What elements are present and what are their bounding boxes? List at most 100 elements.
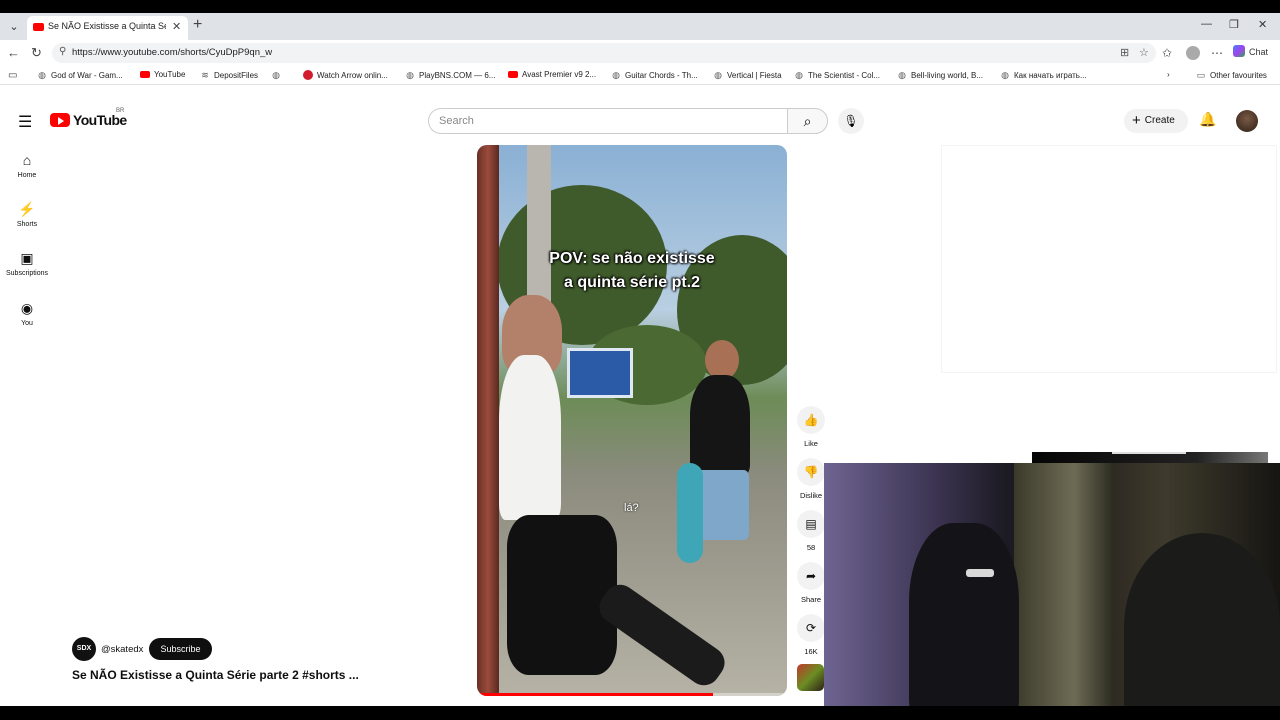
youtube-favicon-icon: [33, 23, 44, 31]
bookmark-item[interactable]: Avast Premier v9 2...: [508, 70, 596, 79]
notifications-bell-icon[interactable]: 🔔: [1199, 111, 1216, 128]
url-text[interactable]: https://www.youtube.com/shorts/CyuDpP9qn…: [72, 47, 272, 58]
minimize-icon[interactable]: —: [1201, 18, 1212, 30]
like-button[interactable]: 👍 Like: [796, 406, 826, 448]
search-button[interactable]: ⌕: [787, 108, 828, 134]
video-overlay-text: POV: se não existisse a quinta série pt.…: [477, 247, 787, 295]
tab-strip: ⌄ Se NÃO Existisse a Quinta Série pa ✕ +…: [0, 13, 1280, 40]
youtube-icon: [140, 71, 150, 78]
shorts-video-player[interactable]: POV: se não existisse a quinta série pt.…: [477, 145, 787, 696]
bookmark-label: Vertical | Fiesta: [727, 71, 782, 80]
bookmark-label: DepositFiles: [214, 71, 259, 80]
bottom-bar: [0, 706, 1280, 720]
webcam-chair: [909, 523, 1019, 720]
video-person2-shirt: [690, 375, 750, 475]
webcam-door: [1014, 463, 1114, 720]
dislike-button[interactable]: 👎 Dislike: [796, 458, 826, 500]
subscribe-button[interactable]: Subscribe: [149, 638, 212, 660]
remix-icon: ⟳: [797, 614, 825, 642]
overlay-line-1: POV: se não existisse: [549, 250, 715, 267]
bookmarks-overflow-icon[interactable]: ›: [1167, 70, 1170, 79]
bookmark-label: YouTube: [154, 70, 186, 79]
favourite-star-icon[interactable]: ☆: [1139, 46, 1149, 59]
back-icon[interactable]: ←: [7, 45, 20, 60]
chat-label: Chat: [1249, 47, 1269, 57]
copilot-chat-button[interactable]: Chat: [1233, 45, 1268, 57]
other-favourites[interactable]: ▭ Other favourites: [1196, 70, 1267, 81]
bookmark-item[interactable]: YouTube: [140, 70, 185, 79]
bookmark-item[interactable]: ◍ The Scientist - Col...: [794, 70, 880, 81]
sidebar-label: Subscriptions: [5, 270, 49, 277]
sidebar-label: Shorts: [16, 221, 38, 228]
share-button[interactable]: ➦ Share: [796, 562, 826, 604]
globe-icon: ◍: [406, 70, 414, 80]
video-sign: [567, 348, 633, 398]
region-code: BR: [116, 108, 125, 114]
restore-icon[interactable]: ❐: [1229, 18, 1239, 31]
tab-active[interactable]: Se NÃO Existisse a Quinta Série pa ✕: [27, 16, 188, 40]
sidebar-item-subscriptions[interactable]: ▣ Subscriptions: [0, 250, 54, 277]
voice-search-button[interactable]: 🎙: [838, 108, 864, 134]
thumbs-down-icon: 👎: [797, 458, 825, 486]
search-box[interactable]: Search: [428, 108, 787, 134]
webcam-shape: [1124, 533, 1280, 720]
new-tab-icon[interactable]: +: [193, 16, 202, 34]
bookmark-item[interactable]: ◍ Bell-living world, B...: [897, 70, 983, 81]
more-menu-icon[interactable]: ⋯: [1211, 46, 1223, 60]
reading-list-icon[interactable]: ▭: [8, 70, 17, 81]
globe-icon: ◍: [795, 70, 803, 80]
video-person-shirt: [499, 355, 561, 520]
remix-button[interactable]: ⟳ 16K: [796, 614, 826, 656]
webcam-overlay: [824, 463, 1280, 720]
create-button[interactable]: + Create: [1124, 109, 1188, 133]
folder-icon: ▭: [1196, 70, 1206, 80]
guide-menu-icon[interactable]: ☰: [18, 112, 32, 132]
search-icon: ⌕: [803, 113, 812, 129]
globe-icon: ◍: [272, 70, 280, 80]
bookmark-item[interactable]: ◍ Vertical | Fiesta: [713, 70, 782, 81]
close-window-icon[interactable]: ✕: [1258, 18, 1267, 31]
site-info-icon[interactable]: ⚲: [59, 46, 66, 57]
video-progress-bar[interactable]: [477, 693, 787, 696]
youtube-icon: [508, 71, 518, 78]
comment-icon: ▤: [797, 510, 825, 538]
video-progress-fill: [477, 693, 713, 696]
bookmark-item[interactable]: ◍ Guitar Chords - Th...: [611, 70, 698, 81]
comments-button[interactable]: ▤ 58: [796, 510, 826, 552]
app-install-icon[interactable]: ⊞: [1120, 46, 1129, 59]
sidebar-item-shorts[interactable]: ⚡ Shorts: [0, 201, 54, 228]
sidebar-item-you[interactable]: ◉ You: [0, 300, 54, 327]
bookmark-item[interactable]: ◍ God of War - Gam...: [37, 70, 123, 81]
you-icon: ◉: [20, 300, 34, 316]
audio-track-thumbnail[interactable]: [797, 664, 824, 691]
home-icon: ⌂: [22, 152, 32, 168]
share-label: Share: [800, 595, 821, 604]
channel-handle[interactable]: @skatedx: [101, 644, 143, 655]
tab-close-icon[interactable]: ✕: [172, 20, 181, 33]
sidebar-item-home[interactable]: ⌂ Home: [0, 152, 54, 179]
youtube-logo-text: YouTube: [73, 112, 127, 128]
favourites-icon[interactable]: ✩: [1162, 46, 1172, 60]
other-favourites-label: Other favourites: [1210, 71, 1267, 80]
channel-avatar[interactable]: SDX: [72, 637, 96, 661]
bookmark-label: Avast Premier v9 2...: [522, 70, 597, 79]
tab-search-icon[interactable]: ⌄: [6, 19, 22, 35]
depositfiles-icon: ≋: [201, 70, 209, 80]
bookmark-item[interactable]: ≋ DepositFiles: [200, 70, 258, 81]
bookmark-item[interactable]: ◍ PlayBNS.COM — 6...: [405, 70, 495, 81]
bookmark-item[interactable]: ◍: [271, 70, 285, 81]
plus-icon: +: [1132, 112, 1141, 129]
short-title[interactable]: Se NÃO Existisse a Quinta Série parte 2 …: [72, 668, 359, 682]
blank-ad-panel: [941, 145, 1277, 373]
bookmark-item[interactable]: Watch Arrow onlin...: [303, 70, 388, 80]
bookmarks-bar: ▭ ◍ God of War - Gam... YouTube ≋ DepositF…: [0, 65, 1280, 85]
search-input[interactable]: Search: [439, 115, 474, 127]
profile-avatar[interactable]: [1186, 46, 1200, 60]
account-avatar[interactable]: [1236, 110, 1258, 132]
bookmark-item[interactable]: ◍ Как начать играть...: [1000, 70, 1087, 81]
globe-icon: ◍: [612, 70, 620, 80]
bookmark-label: The Scientist - Col...: [808, 71, 881, 80]
globe-icon: ◍: [38, 70, 46, 80]
reload-icon[interactable]: ↻: [31, 45, 42, 61]
address-bar[interactable]: ⚲ https://www.youtube.com/shorts/CyuDpP9…: [52, 43, 1156, 63]
